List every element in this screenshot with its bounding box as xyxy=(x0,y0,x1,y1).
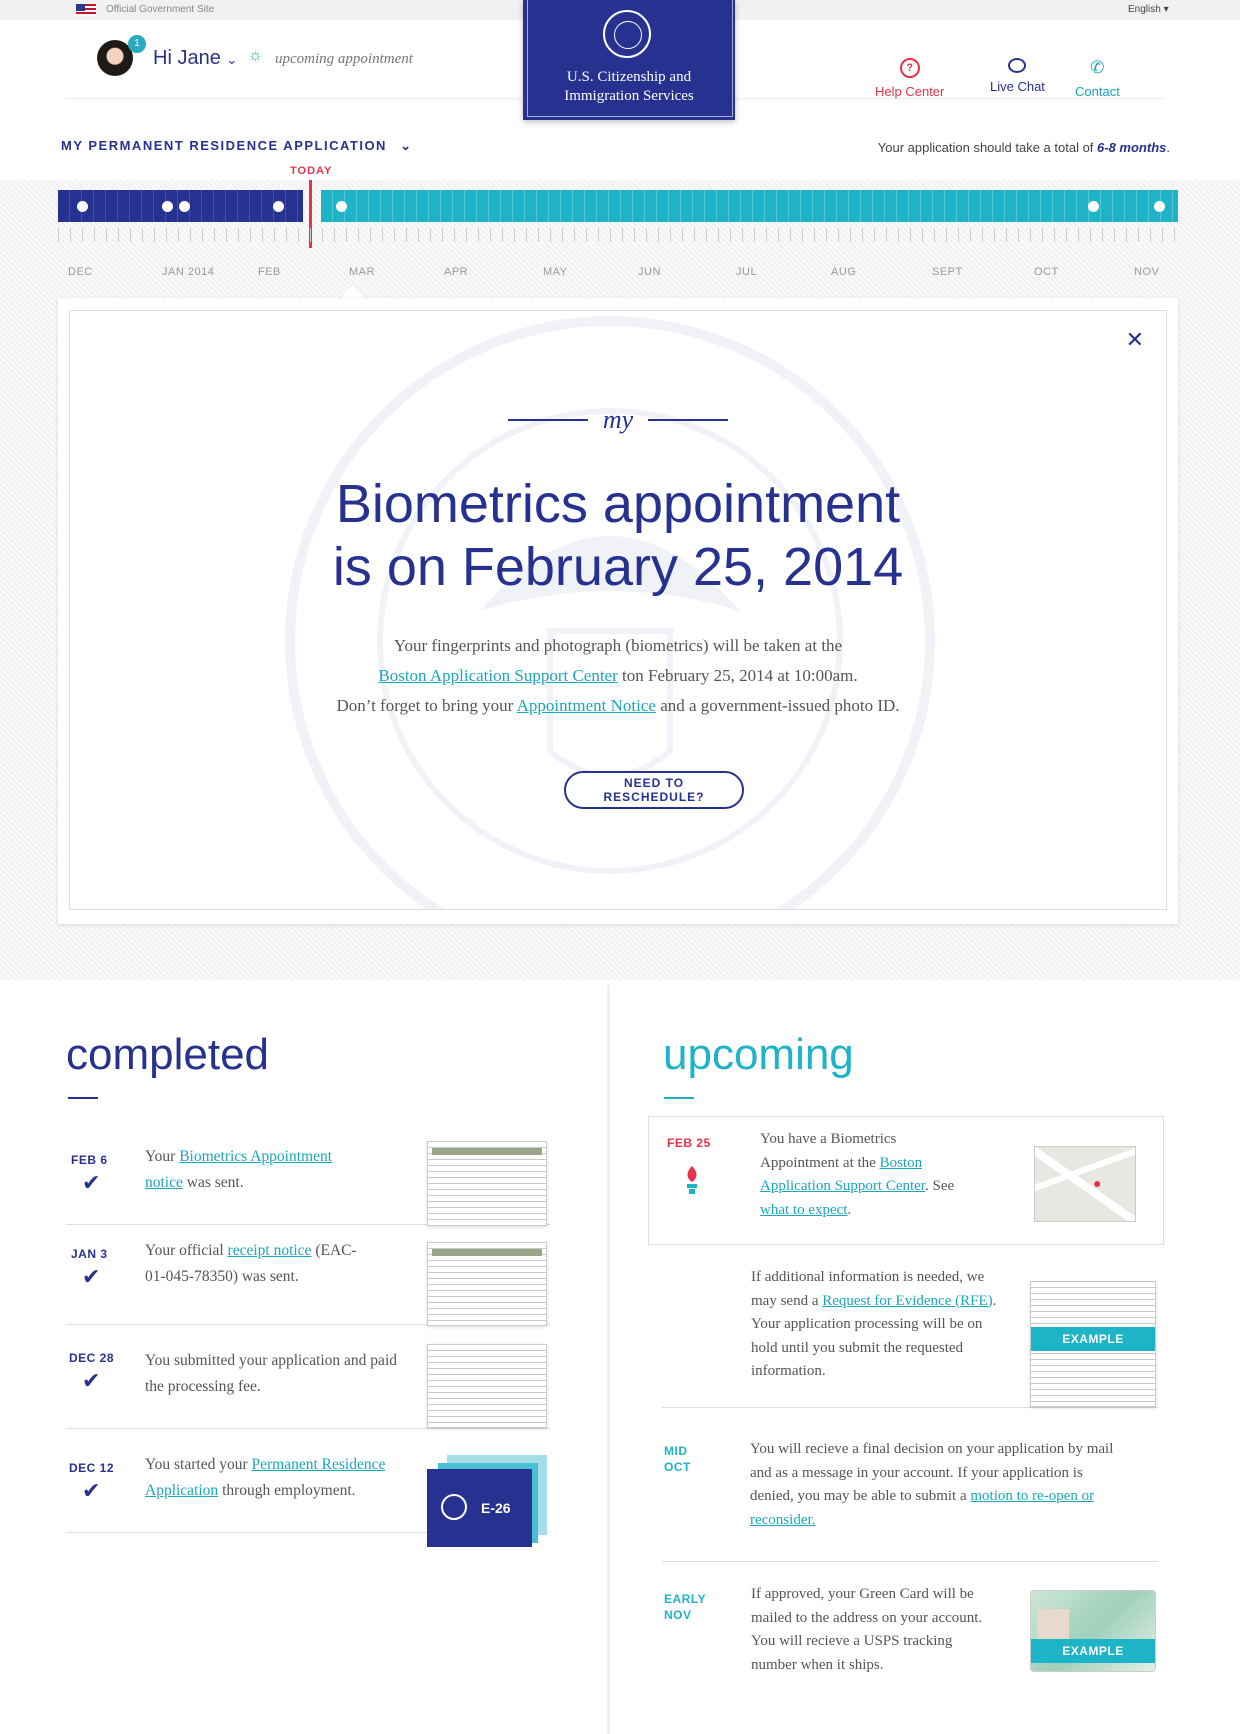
timeline-event-dot[interactable] xyxy=(77,201,88,212)
support-center-link[interactable]: Boston Application Support Center xyxy=(378,666,617,685)
month-label: SEPT xyxy=(932,266,963,278)
user-menu[interactable]: Hi Jane ⌄ xyxy=(153,47,237,70)
upcoming-item: If additional information is needed, we … xyxy=(662,1255,1158,1408)
checkmark-icon: ✔ xyxy=(82,1368,101,1393)
item-date: EARLY NOV xyxy=(664,1592,706,1622)
duration-note: Your application should take a total of … xyxy=(877,140,1170,155)
dhs-seal-icon xyxy=(441,1494,467,1520)
form-label: E-26 xyxy=(481,1500,511,1516)
column-divider xyxy=(607,985,610,1734)
what-to-expect-link[interactable]: what to expect xyxy=(760,1202,847,1218)
language-selector[interactable]: English ▾ xyxy=(1128,4,1169,15)
uscis-logo[interactable]: U.S. Citizenship and Immigration Service… xyxy=(523,0,735,120)
month-label: JAN 2014 xyxy=(162,266,215,278)
month-label: AUG xyxy=(831,266,857,278)
rfe-example-thumbnail[interactable]: EXAMPLE xyxy=(1030,1281,1156,1407)
document-thumbnail[interactable] xyxy=(427,1242,547,1326)
my-script-mark: my xyxy=(70,405,1166,435)
dhs-seal-watermark-icon xyxy=(285,316,935,909)
upcoming-item: MID OCT You will recieve a final decisio… xyxy=(662,1407,1158,1562)
document-thumbnail[interactable] xyxy=(427,1141,547,1226)
application-title: MY PERMANENT RESIDENCE APPLICATION xyxy=(61,138,387,153)
appointment-modal: ✕ my Biometrics appointment is on Februa… xyxy=(58,298,1178,924)
appointment-headline: Biometrics appointment is on February 25… xyxy=(332,474,904,597)
month-label: APR xyxy=(444,266,469,278)
us-flag-icon xyxy=(76,4,96,16)
example-label: EXAMPLE xyxy=(1031,1327,1155,1351)
reschedule-button[interactable]: NEED TO RESCHEDULE? xyxy=(564,771,744,809)
month-label: MAY xyxy=(543,266,568,278)
today-label: TODAY xyxy=(290,165,333,177)
timeline-event-dot[interactable] xyxy=(1154,201,1165,212)
contact-link[interactable]: ✆ Contact xyxy=(1075,58,1120,99)
appointment-details: Your fingerprints and photograph (biomet… xyxy=(336,636,900,715)
timeline-event-dot[interactable] xyxy=(336,201,347,212)
official-site-label: Official Government Site xyxy=(106,4,215,15)
month-label: NOV xyxy=(1134,266,1160,278)
help-center-label: Help Center xyxy=(875,84,945,99)
month-label: JUL xyxy=(736,266,758,278)
timeline-ticks xyxy=(58,228,1178,242)
my-script-word: my xyxy=(602,405,634,434)
sun-icon: ☼ xyxy=(248,47,263,64)
application-selector[interactable]: MY PERMANENT RESIDENCE APPLICATION ⌄ xyxy=(61,138,412,154)
dhs-seal-icon xyxy=(603,10,651,58)
example-label: EXAMPLE xyxy=(1031,1639,1155,1663)
item-date: JAN 3 xyxy=(71,1247,108,1261)
chat-bubble-icon xyxy=(1008,58,1027,73)
item-date: DEC 12 xyxy=(69,1461,115,1475)
upcoming-item: EARLY NOV If approved, your Green Card w… xyxy=(662,1561,1158,1701)
completed-item: FEB 6 ✔ Your Biometrics Appointment noti… xyxy=(66,1128,550,1226)
timeline-event-dot[interactable] xyxy=(1088,201,1099,212)
close-icon[interactable]: ✕ xyxy=(1126,327,1144,353)
month-label: MAR xyxy=(349,266,375,278)
checkmark-icon: ✔ xyxy=(82,1264,101,1289)
upcoming-appointment-link[interactable]: upcoming appointment xyxy=(275,51,413,68)
checkmark-icon: ✔ xyxy=(82,1478,101,1503)
timeline-event-dot[interactable] xyxy=(273,201,284,212)
completed-item: JAN 3 ✔ Your official receipt notice (EA… xyxy=(66,1224,550,1326)
chevron-down-icon: ⌄ xyxy=(226,52,238,67)
phone-icon: ✆ xyxy=(1090,58,1105,77)
upcoming-item-highlight: FEB 25 You have a Biometrics Appointment… xyxy=(648,1116,1164,1245)
timeline-event-dot[interactable] xyxy=(162,201,173,212)
completed-title: completed xyxy=(66,1030,270,1079)
help-center-link[interactable]: ? Help Center xyxy=(875,58,944,99)
greeting-text: Hi Jane xyxy=(153,47,221,69)
live-chat-link[interactable]: Live Chat xyxy=(990,58,1045,94)
completed-rule xyxy=(68,1097,98,1099)
completed-item: DEC 28 ✔ You submitted your application … xyxy=(66,1324,550,1429)
item-date: FEB 6 xyxy=(71,1153,108,1167)
chevron-down-icon: ⌄ xyxy=(400,138,413,153)
timeline-event-dot[interactable] xyxy=(179,201,190,212)
question-circle-icon: ? xyxy=(899,58,920,78)
month-label: JUN xyxy=(638,266,661,278)
map-thumbnail[interactable]: ● xyxy=(1034,1146,1136,1222)
contact-label: Contact xyxy=(1075,84,1120,99)
agency-name: U.S. Citizenship and Immigration Service… xyxy=(564,69,694,104)
live-chat-label: Live Chat xyxy=(990,79,1045,94)
checkmark-icon: ✔ xyxy=(82,1170,101,1195)
upcoming-rule xyxy=(664,1097,694,1099)
item-date: FEB 25 xyxy=(667,1136,711,1150)
item-date: MID OCT xyxy=(664,1444,691,1474)
notification-badge[interactable]: 1 xyxy=(128,35,146,53)
upcoming-title: upcoming xyxy=(663,1030,854,1079)
document-thumbnail[interactable] xyxy=(427,1344,547,1428)
item-date: DEC 28 xyxy=(69,1351,115,1365)
month-label: FEB xyxy=(258,266,281,278)
request-for-evidence-link[interactable]: Request for Evidence (RFE) xyxy=(822,1293,992,1309)
map-pin-icon: ● xyxy=(1093,1175,1102,1191)
month-label: OCT xyxy=(1034,266,1059,278)
receipt-notice-link[interactable]: receipt notice xyxy=(228,1242,312,1259)
e26-form-card[interactable]: E-26 xyxy=(427,1469,532,1547)
appointment-notice-link[interactable]: Appointment Notice xyxy=(517,696,656,715)
torch-icon xyxy=(687,1166,697,1194)
timeline-upcoming-segment xyxy=(321,190,1178,222)
green-card-thumbnail[interactable]: EXAMPLE xyxy=(1030,1590,1156,1672)
month-label: DEC xyxy=(68,266,93,278)
